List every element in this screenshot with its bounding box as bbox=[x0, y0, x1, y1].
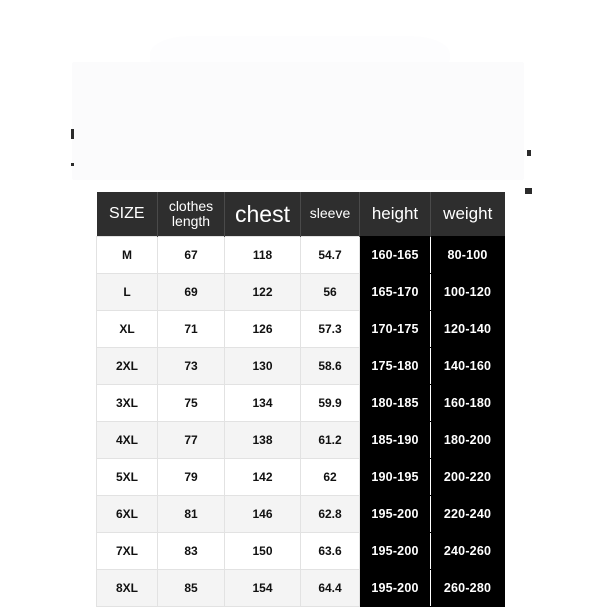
cell-height: 185-190 bbox=[359, 421, 431, 459]
size-chart-header: SIZE clothes length chest sleeve height … bbox=[96, 192, 505, 237]
faded-watermark-text bbox=[185, 0, 415, 9]
product-photo-area bbox=[0, 0, 600, 194]
cell-height: 195-200 bbox=[359, 532, 431, 570]
size-chart-table: SIZE clothes length chest sleeve height … bbox=[96, 192, 505, 607]
table-row: 6XL 81 146 62.8 195-200 220-240 bbox=[96, 495, 505, 533]
cell-weight: 160-180 bbox=[430, 384, 505, 422]
cell-chest: 134 bbox=[224, 384, 301, 422]
cell-weight: 140-160 bbox=[430, 347, 505, 385]
table-row: 4XL 77 138 61.2 185-190 180-200 bbox=[96, 421, 505, 459]
cell-size: M bbox=[96, 236, 158, 274]
cell-weight: 240-260 bbox=[430, 532, 505, 570]
cell-chest: 146 bbox=[224, 495, 301, 533]
column-header-size: SIZE bbox=[96, 192, 158, 237]
column-header-clothes-length-line1: clothes bbox=[168, 197, 214, 214]
cell-weight: 260-280 bbox=[430, 569, 505, 607]
table-row: L 69 122 56 165-170 100-120 bbox=[96, 273, 505, 311]
cell-sleeve: 56 bbox=[300, 273, 360, 311]
cell-height: 195-200 bbox=[359, 495, 431, 533]
cell-height: 180-185 bbox=[359, 384, 431, 422]
cell-clothes-length: 75 bbox=[157, 384, 225, 422]
cell-weight: 100-120 bbox=[430, 273, 505, 311]
cell-chest: 126 bbox=[224, 310, 301, 348]
column-header-clothes-length-line2: length bbox=[171, 213, 211, 229]
faded-garment-body bbox=[72, 62, 524, 180]
cell-weight: 200-220 bbox=[430, 458, 505, 496]
image-artifact-right-upper bbox=[527, 150, 531, 156]
column-header-clothes-length: clothes length bbox=[157, 192, 225, 237]
cell-clothes-length: 81 bbox=[157, 495, 225, 533]
cell-chest: 150 bbox=[224, 532, 301, 570]
cell-size: 8XL bbox=[96, 569, 158, 607]
cell-sleeve: 58.6 bbox=[300, 347, 360, 385]
cell-clothes-length: 79 bbox=[157, 458, 225, 496]
cell-height: 160-165 bbox=[359, 236, 431, 274]
cell-clothes-length: 71 bbox=[157, 310, 225, 348]
cell-size: L bbox=[96, 273, 158, 311]
image-artifact-left-upper bbox=[71, 129, 74, 139]
cell-weight: 80-100 bbox=[430, 236, 505, 274]
header-row: SIZE clothes length chest sleeve height … bbox=[96, 192, 505, 237]
cell-sleeve: 61.2 bbox=[300, 421, 360, 459]
column-header-height: height bbox=[359, 192, 431, 237]
table-row: 7XL 83 150 63.6 195-200 240-260 bbox=[96, 532, 505, 570]
cell-sleeve: 62.8 bbox=[300, 495, 360, 533]
column-header-chest: chest bbox=[224, 192, 301, 237]
cell-size: 3XL bbox=[96, 384, 158, 422]
cell-sleeve: 64.4 bbox=[300, 569, 360, 607]
table-row: 2XL 73 130 58.6 175-180 140-160 bbox=[96, 347, 505, 385]
cell-chest: 122 bbox=[224, 273, 301, 311]
cell-size: 5XL bbox=[96, 458, 158, 496]
cell-clothes-length: 73 bbox=[157, 347, 225, 385]
cell-weight: 120-140 bbox=[430, 310, 505, 348]
cell-clothes-length: 77 bbox=[157, 421, 225, 459]
cell-height: 195-200 bbox=[359, 569, 431, 607]
cell-sleeve: 54.7 bbox=[300, 236, 360, 274]
cell-size: 6XL bbox=[96, 495, 158, 533]
column-header-weight: weight bbox=[430, 192, 505, 237]
cell-chest: 138 bbox=[224, 421, 301, 459]
cell-size: 4XL bbox=[96, 421, 158, 459]
cell-size: 7XL bbox=[96, 532, 158, 570]
cell-height: 175-180 bbox=[359, 347, 431, 385]
cell-sleeve: 59.9 bbox=[300, 384, 360, 422]
cell-weight: 220-240 bbox=[430, 495, 505, 533]
cell-height: 170-175 bbox=[359, 310, 431, 348]
table-row: XL 71 126 57.3 170-175 120-140 bbox=[96, 310, 505, 348]
cell-sleeve: 63.6 bbox=[300, 532, 360, 570]
cell-clothes-length: 85 bbox=[157, 569, 225, 607]
cell-height: 190-195 bbox=[359, 458, 431, 496]
table-row: 8XL 85 154 64.4 195-200 260-280 bbox=[96, 569, 505, 607]
cell-chest: 142 bbox=[224, 458, 301, 496]
size-chart-body: M 67 118 54.7 160-165 80-100 L 69 122 56 165-170 10… bbox=[96, 236, 505, 607]
table-row: 5XL 79 142 62 190-195 200-220 bbox=[96, 458, 505, 496]
cell-sleeve: 62 bbox=[300, 458, 360, 496]
column-header-sleeve: sleeve bbox=[300, 192, 360, 237]
image-artifact-right-lower bbox=[525, 188, 532, 194]
cell-clothes-length: 83 bbox=[157, 532, 225, 570]
image-artifact-left-lower bbox=[71, 163, 74, 166]
cell-chest: 118 bbox=[224, 236, 301, 274]
cell-height: 165-170 bbox=[359, 273, 431, 311]
table-row: 3XL 75 134 59.9 180-185 160-180 bbox=[96, 384, 505, 422]
cell-size: 2XL bbox=[96, 347, 158, 385]
cell-clothes-length: 67 bbox=[157, 236, 225, 274]
cell-clothes-length: 69 bbox=[157, 273, 225, 311]
cell-sleeve: 57.3 bbox=[300, 310, 360, 348]
cell-weight: 180-200 bbox=[430, 421, 505, 459]
cell-chest: 154 bbox=[224, 569, 301, 607]
cell-chest: 130 bbox=[224, 347, 301, 385]
cell-size: XL bbox=[96, 310, 158, 348]
table-row: M 67 118 54.7 160-165 80-100 bbox=[96, 236, 505, 274]
